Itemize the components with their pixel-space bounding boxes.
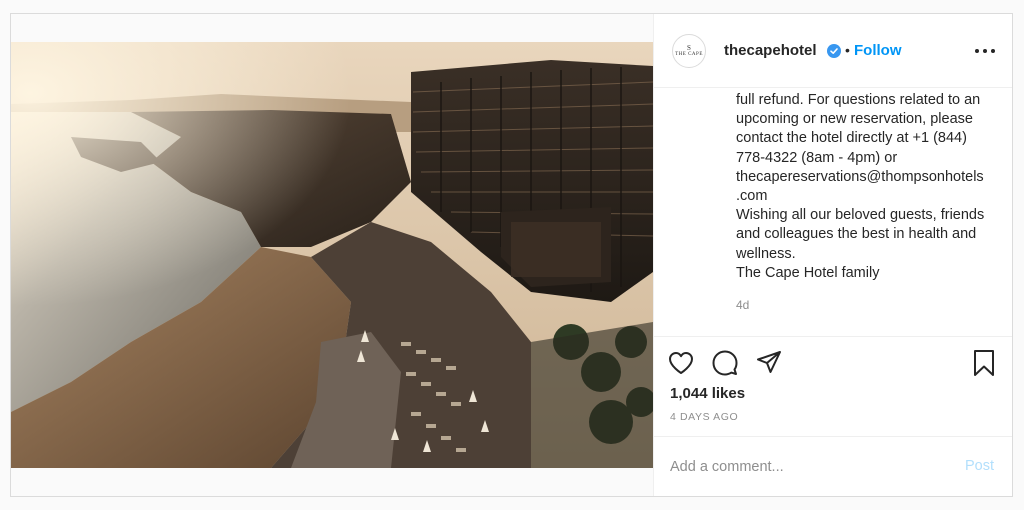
post-photo[interactable]: [11, 42, 653, 468]
comment-input[interactable]: [670, 455, 940, 479]
likes-count[interactable]: 1,044 likes: [670, 385, 745, 402]
comments-scroll-area[interactable]: full refund. For questions related to an…: [654, 88, 1012, 336]
more-options-icon[interactable]: [975, 42, 995, 60]
add-comment-section: Post: [654, 436, 1012, 496]
post-card: S THE CAPE thecapehotel • Follow full re…: [10, 13, 1013, 497]
post-caption: full refund. For questions related to an…: [736, 92, 985, 281]
post-sidebar: S THE CAPE thecapehotel • Follow full re…: [653, 14, 1012, 496]
comment-icon[interactable]: [712, 350, 738, 376]
post-media[interactable]: [11, 14, 653, 496]
verified-badge-icon: [827, 44, 841, 58]
post-header: S THE CAPE thecapehotel • Follow: [654, 14, 1012, 88]
heart-icon[interactable]: [668, 351, 694, 375]
separator-dot: •: [845, 42, 850, 58]
more-dot: [983, 49, 987, 53]
post-actions: 1,044 likes 4 DAYS AGO: [654, 336, 1012, 450]
caption-timestamp[interactable]: 4d: [736, 298, 749, 312]
follow-button[interactable]: Follow: [854, 42, 902, 59]
avatar[interactable]: S THE CAPE: [672, 34, 706, 68]
avatar-brand-text: THE CAPE: [675, 51, 703, 57]
more-dot: [991, 49, 995, 53]
post-timestamp[interactable]: 4 DAYS AGO: [670, 411, 738, 423]
more-dot: [975, 49, 979, 53]
avatar-monogram: S: [687, 43, 691, 52]
post-comment-button[interactable]: Post: [965, 458, 994, 474]
bookmark-icon[interactable]: [972, 349, 996, 377]
beach-hotel-photo: [11, 42, 653, 468]
share-icon[interactable]: [756, 350, 782, 376]
username-link[interactable]: thecapehotel: [724, 42, 817, 59]
